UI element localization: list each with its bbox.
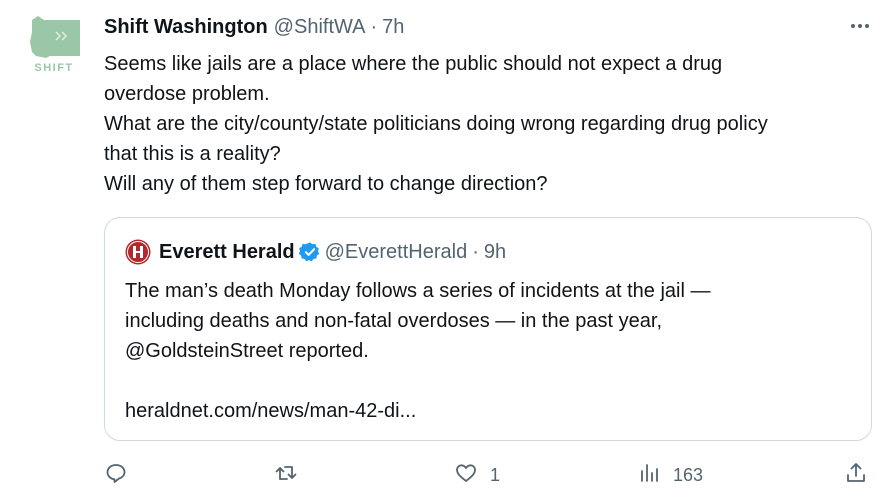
action-bar: 1 163 <box>104 460 874 490</box>
verified-badge-icon <box>298 241 321 263</box>
everett-herald-h-logo-icon <box>125 239 151 265</box>
quoted-tweet-header: Everett Herald @EverettHerald · 9h <box>125 238 506 266</box>
quoted-display-name[interactable]: Everett Herald <box>159 241 295 264</box>
timestamp[interactable]: 7h <box>382 16 404 39</box>
ellipsis-icon[interactable] <box>848 14 872 38</box>
quoted-timestamp[interactable]: 9h <box>484 241 506 264</box>
views-count: 163 <box>673 464 704 485</box>
share-button[interactable] <box>844 460 880 490</box>
heart-icon <box>454 461 478 490</box>
views-button[interactable]: 163 <box>637 460 703 490</box>
quoted-tweet[interactable]: Everett Herald @EverettHerald · 9h The m… <box>104 217 872 441</box>
quoted-tweet-text: The man’s death Monday follows a series … <box>125 276 855 366</box>
retweet-icon <box>274 461 298 490</box>
views-chart-icon <box>637 461 661 490</box>
separator-dot: · <box>472 240 479 263</box>
tweet-text-line: overdose problem. <box>104 83 270 105</box>
like-button[interactable]: 1 <box>454 460 500 490</box>
quoted-text-line: @GoldsteinStreet reported. <box>125 340 369 362</box>
tweet-text-line: that this is a reality? <box>104 143 281 165</box>
quoted-text-line: The man’s death Monday follows a series … <box>125 280 711 302</box>
quoted-text-line: including deaths and non-fatal overdoses… <box>125 310 663 332</box>
article-link[interactable]: heraldnet.com/news/man-42-di... <box>125 396 416 426</box>
tweet-text-line: Seems like jails are a place where the p… <box>104 53 723 75</box>
reply-icon <box>104 461 128 490</box>
tweet-text-line: Will any of them step forward to change … <box>104 173 548 195</box>
tweet-header: Shift Washington @ShiftWA · 7h <box>104 14 404 40</box>
tweet-text-line: What are the city/county/state politicia… <box>104 113 768 135</box>
reply-button[interactable] <box>104 460 140 490</box>
user-handle[interactable]: @ShiftWA <box>274 16 366 39</box>
quoted-user-handle[interactable]: @EverettHerald <box>325 241 468 264</box>
avatar-label: SHIFT <box>34 62 74 74</box>
separator-dot: · <box>370 15 378 38</box>
tweet-text: Seems like jails are a place where the p… <box>104 49 874 199</box>
share-icon <box>844 461 868 490</box>
tweet[interactable]: SHIFT Shift Washington @ShiftWA · 7h See… <box>0 0 892 500</box>
retweet-button[interactable] <box>274 460 310 490</box>
like-count: 1 <box>490 464 501 485</box>
display-name[interactable]: Shift Washington <box>104 16 268 39</box>
